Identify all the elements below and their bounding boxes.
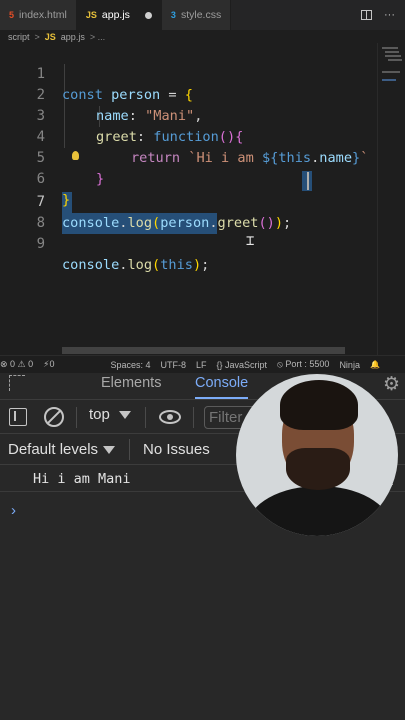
tab-elements[interactable]: Elements <box>101 374 161 399</box>
toolbar-divider <box>129 439 130 460</box>
gear-icon[interactable]: ⚙ <box>383 373 400 396</box>
breadcrumb-folder[interactable]: script <box>8 32 30 42</box>
language-mode[interactable]: {} JavaScript <box>217 360 268 370</box>
ports-indicator[interactable]: ⚡0 <box>43 359 54 370</box>
tab-index-html[interactable]: 5 index.html <box>0 0 77 30</box>
split-editor-icon[interactable] <box>361 10 372 20</box>
notifications-bell-icon[interactable]: 🔔 <box>370 360 380 369</box>
inspect-element-icon[interactable] <box>9 375 25 391</box>
toolbar-divider <box>145 407 146 428</box>
clear-console-icon[interactable] <box>44 407 64 427</box>
tab-label: style.css <box>180 9 222 21</box>
minimap-line <box>382 47 398 49</box>
toolbar-divider <box>76 407 77 428</box>
presenter-body <box>248 486 390 536</box>
code-line-4: 4 return `Hi i am ${this.name}` <box>0 106 405 166</box>
text-cursor <box>307 172 309 190</box>
css-file-icon: 3 <box>170 10 176 20</box>
code-line-5: 5 } <box>0 127 405 187</box>
encoding-status[interactable]: UTF-8 <box>160 360 186 370</box>
code-line-2: 2 name: "Mani", <box>0 64 405 124</box>
minimap-line <box>385 51 399 53</box>
tab-label: index.html <box>19 9 67 21</box>
breadcrumb-more[interactable]: > ... <box>90 32 105 42</box>
unsaved-dot-icon[interactable] <box>144 11 152 19</box>
code-line-3: 3 greet: function(){ <box>0 85 405 145</box>
horizontal-scrollbar[interactable] <box>62 347 345 354</box>
tab-label: app.js <box>101 9 130 21</box>
minimap[interactable] <box>377 43 405 355</box>
issues-counter[interactable]: No Issues <box>143 441 210 458</box>
chevron-down-icon[interactable] <box>119 411 131 419</box>
problems-indicator[interactable]: ⊗ 0 ⚠ 0 <box>0 359 33 370</box>
tab-style-css[interactable]: 3 style.css <box>161 0 232 30</box>
presenter-hair <box>280 380 358 430</box>
js-file-icon: JS <box>44 31 56 42</box>
code-line-7: 7 console.log(person.greet()); <box>0 171 405 231</box>
console-prompt-chevron-icon[interactable]: › <box>11 502 16 519</box>
indentation-status[interactable]: Spaces: 4 <box>110 360 150 370</box>
chevron-right-icon: > <box>34 31 40 42</box>
breadcrumb: script > JS app.js > ... <box>0 30 405 43</box>
html-file-icon: 5 <box>9 10 15 20</box>
code-line-1: 1 const person = { <box>0 43 405 103</box>
log-levels-dropdown[interactable]: Default levels <box>8 441 98 458</box>
minimap-line <box>382 71 400 73</box>
minimap-line <box>388 59 402 61</box>
minimap-line <box>382 79 396 81</box>
code-line-9: 9 console.log(this); <box>0 213 405 273</box>
breadcrumb-file[interactable]: app.js <box>61 32 85 42</box>
minimap-line <box>385 55 401 57</box>
presenter-beard <box>286 448 350 490</box>
tab-actions: ··· <box>361 0 405 30</box>
show-sidebar-icon[interactable] <box>9 408 27 426</box>
toolbar-divider <box>193 407 194 428</box>
ibeam-cursor-icon: ⌶ <box>246 233 255 249</box>
code-line-6: 6 } <box>0 148 405 208</box>
chevron-down-icon[interactable] <box>103 446 115 454</box>
code-editor[interactable]: 1 const person = { 2 name: "Mani", 3 gre… <box>0 43 405 355</box>
tab-app-js[interactable]: JS app.js <box>76 0 162 30</box>
line-number: 9 <box>36 236 45 252</box>
live-server-port[interactable]: ⦸ Port : 5500 <box>277 359 329 370</box>
eol-status[interactable]: LF <box>196 360 207 370</box>
live-expression-eye-icon[interactable] <box>159 410 181 424</box>
console-log-text: Hi i am Mani <box>33 471 131 487</box>
webcam-overlay <box>236 374 398 536</box>
lightbulb-icon[interactable] <box>72 151 79 160</box>
ninja-status[interactable]: Ninja <box>339 360 360 370</box>
js-file-icon: JS <box>85 10 97 20</box>
status-bar: ⊗ 0 ⚠ 0 ⚡0 Spaces: 4 UTF-8 LF {} JavaScr… <box>0 355 405 373</box>
more-actions-icon[interactable]: ··· <box>384 9 395 21</box>
editor-tab-bar: 5 index.html JS app.js 3 style.css ··· <box>0 0 405 30</box>
tab-console[interactable]: Console <box>195 374 249 399</box>
code-line-8: 8 <box>0 192 405 231</box>
context-selector[interactable]: top <box>89 406 110 423</box>
